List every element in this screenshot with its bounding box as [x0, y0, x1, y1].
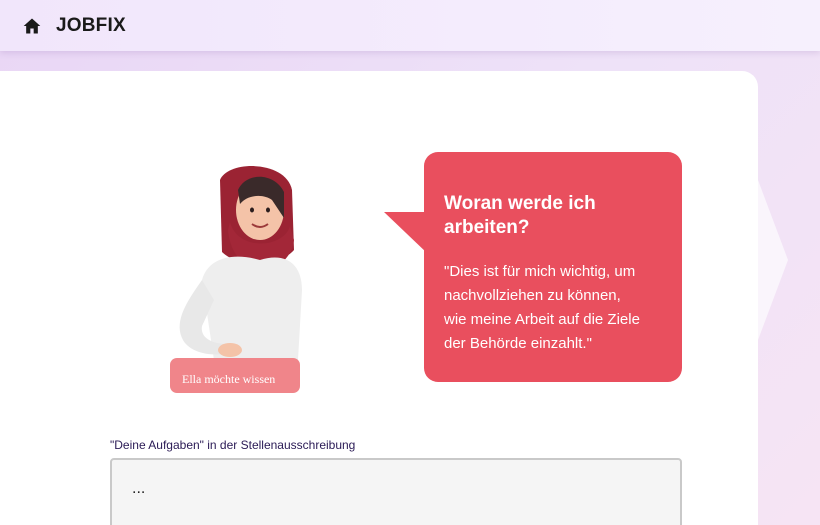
- speech-bubble: Woran werde ich arbeiten? "Dies ist für …: [424, 152, 682, 382]
- home-icon[interactable]: [22, 16, 42, 36]
- bubble-title: Woran werde ich arbeiten?: [444, 193, 596, 238]
- character-illustration: [168, 160, 304, 380]
- next-arrow[interactable]: [758, 180, 788, 340]
- character-badge: Ella möchte wissen: [170, 358, 300, 393]
- brand-title[interactable]: JOBFIX: [56, 15, 126, 37]
- top-bar: JOBFIX: [0, 0, 820, 51]
- tasks-text-field[interactable]: ...: [110, 458, 682, 525]
- tasks-field-label: "Deine Aufgaben" in der Stellenausschrei…: [110, 438, 356, 452]
- bubble-text: "Dies ist für mich wichtig, um nachvollz…: [444, 263, 640, 352]
